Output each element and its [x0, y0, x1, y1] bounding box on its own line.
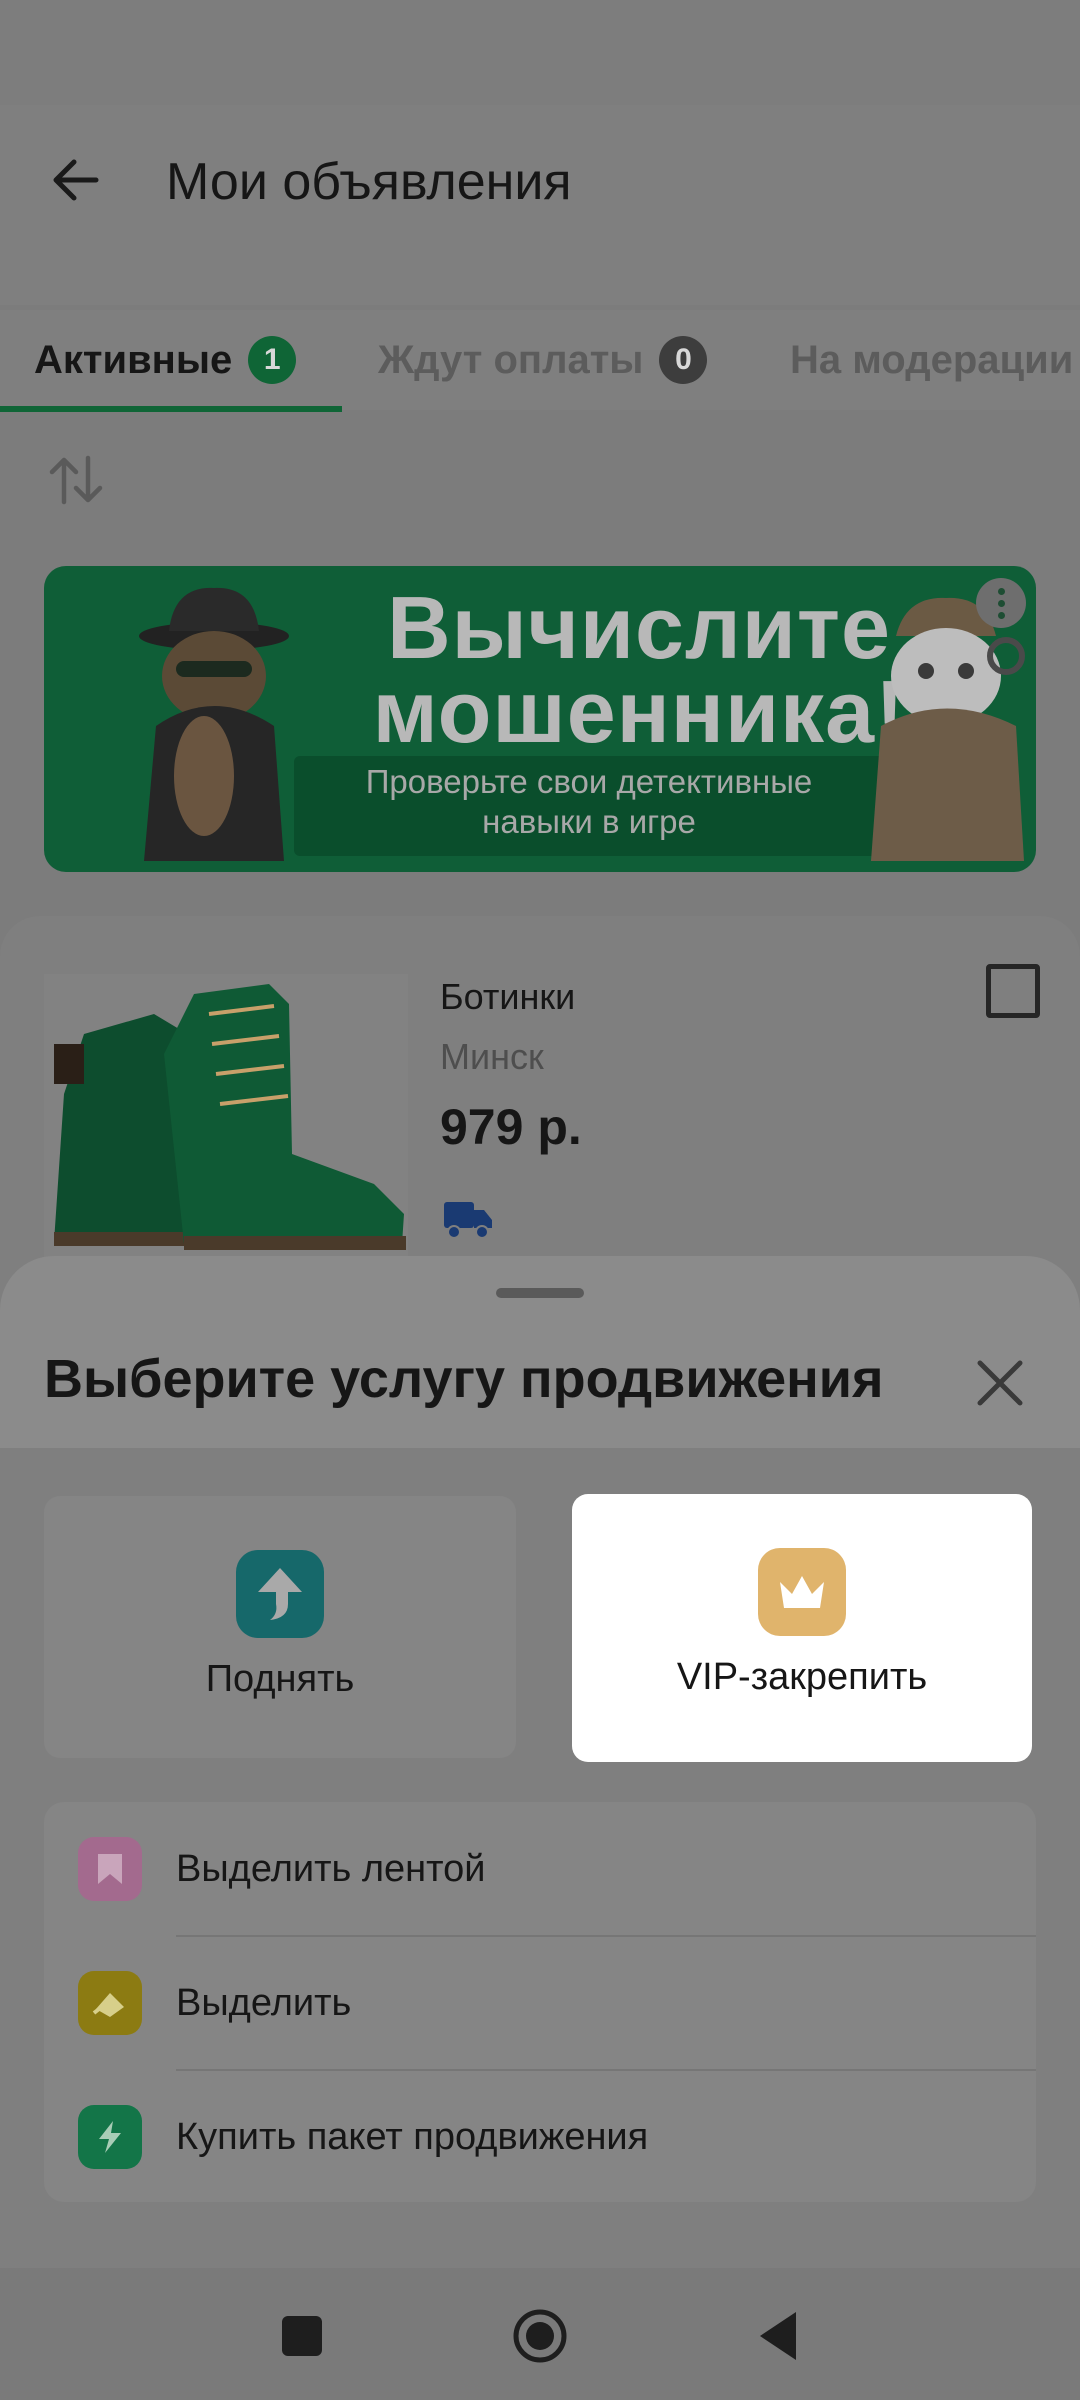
list-item-label: Выделить лентой	[176, 1847, 486, 1890]
home-circle-icon[interactable]	[508, 2304, 572, 2368]
lightning-icon	[78, 2105, 142, 2169]
count-badge: 1	[248, 336, 297, 384]
sheet-title: Выберите услугу продвижения	[44, 1349, 884, 1409]
tab-active[interactable]: Активные 1	[34, 330, 297, 390]
tab-label: Ждут оплаты	[378, 337, 644, 382]
close-icon[interactable]	[970, 1353, 1030, 1413]
back-triangle-icon[interactable]	[746, 2304, 810, 2368]
tab-awaiting-payment[interactable]: Ждут оплаты 0	[378, 330, 708, 390]
banner-subtitle-line: Проверьте свои детективные	[365, 763, 813, 800]
option-label: VIP-закрепить	[676, 1656, 928, 1698]
delivery-truck-icon	[444, 1202, 492, 1239]
listing-title: Ботинки	[440, 976, 576, 1017]
option-vip-pin[interactable]: VIP-закрепить	[572, 1494, 1032, 1762]
list-item-promo-package[interactable]: Купить пакет продвижения	[44, 2070, 1036, 2204]
promotion-list: Выделить лентой Выделить Купить пакет пр…	[44, 1802, 1036, 2202]
count-badge: 0	[659, 336, 708, 384]
list-item-highlight[interactable]: Выделить	[44, 1936, 1036, 2070]
page-title: Мои объявления	[166, 153, 572, 211]
list-item-label: Купить пакет продвижения	[176, 2115, 649, 2158]
drag-handle[interactable]	[496, 1288, 584, 1298]
back-arrow-icon[interactable]	[44, 148, 108, 212]
sort-icon[interactable]	[44, 448, 108, 512]
tab-bar: Активные 1 Ждут оплаты 0 На модерации	[0, 310, 1080, 412]
option-raise[interactable]: Поднять	[44, 1496, 516, 1758]
arrow-up-icon	[236, 1550, 324, 1638]
option-label: Поднять	[205, 1658, 355, 1700]
detective-cat-illustration	[139, 587, 289, 861]
banner-subtitle: Проверьте свои детективные навыки в игре	[294, 762, 884, 842]
tab-label: Активные	[34, 337, 233, 382]
system-nav-bar	[0, 2268, 1080, 2400]
listing-price: 979 р.	[440, 1099, 582, 1155]
tab-label: На модерации	[790, 337, 1074, 382]
active-tab-indicator	[0, 406, 342, 412]
listing-city: Минск	[440, 1036, 544, 1077]
sheet-header: Выберите услугу продвижения	[0, 1256, 1080, 1448]
listing-select-checkbox[interactable]	[986, 964, 1040, 1018]
tab-moderation[interactable]: На модерации	[790, 330, 1073, 390]
boots-photo	[44, 974, 408, 1260]
banner-more-icon[interactable]	[976, 578, 1026, 628]
crown-icon	[758, 1548, 846, 1636]
recents-square-icon[interactable]	[270, 2304, 334, 2368]
list-item-ribbon[interactable]: Выделить лентой	[44, 1802, 1036, 1936]
promo-banner[interactable]: Вычислите мошенника! Проверьте свои дете…	[44, 566, 1036, 872]
bookmark-icon	[78, 1837, 142, 1901]
banner-subtitle-line: навыки в игре	[482, 803, 696, 840]
list-item-label: Выделить	[176, 1981, 352, 2024]
promotion-bottom-sheet: Выберите услугу продвижения Поднять VIP-…	[0, 1256, 1080, 2268]
paint-bucket-icon	[78, 1971, 142, 2035]
status-bar	[0, 0, 1080, 105]
